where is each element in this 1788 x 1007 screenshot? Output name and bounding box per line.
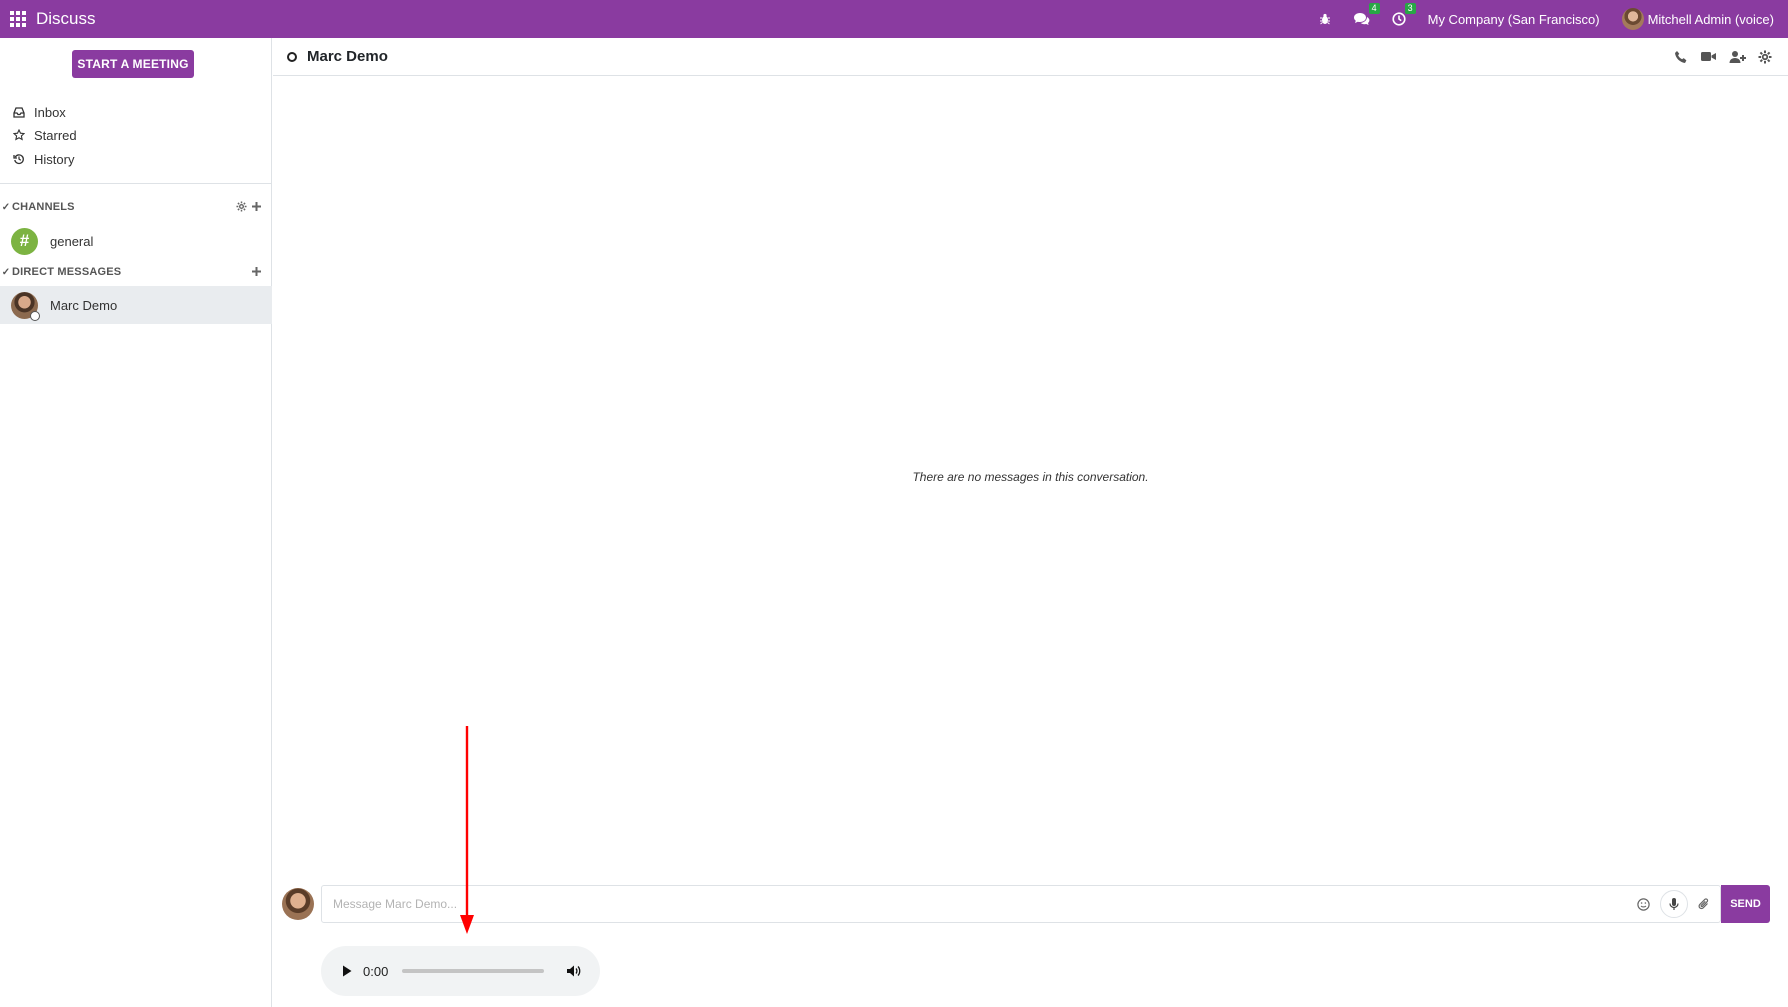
message-input[interactable] [322, 887, 1637, 921]
discuss-sidebar: START A MEETING Inbox Starred History ✓ … [0, 38, 272, 1007]
volume-icon[interactable] [566, 964, 581, 978]
thread-title[interactable]: Marc Demo [307, 48, 388, 65]
messages-count-badge: 4 [1368, 3, 1380, 14]
activities-count-badge: 3 [1404, 3, 1416, 14]
gear-icon[interactable] [236, 200, 247, 215]
dm-item-marc-demo[interactable]: Marc Demo [0, 286, 272, 324]
sidebar-item-label: History [34, 151, 75, 167]
bug-icon[interactable] [1319, 13, 1331, 25]
audio-progress-slider[interactable] [402, 969, 545, 973]
channel-name: general [50, 233, 94, 249]
messaging-menu-button[interactable]: 4 [1353, 3, 1380, 26]
offline-status-icon [30, 310, 40, 321]
sidebar-item-history[interactable]: History [0, 148, 272, 170]
channel-avatar: # [11, 227, 38, 255]
star-icon [12, 129, 26, 141]
sidebar-item-label: Starred [34, 127, 77, 143]
sidebar-item-inbox[interactable]: Inbox [0, 101, 272, 123]
sidebar-item-starred[interactable]: Starred [0, 124, 272, 146]
clock-icon [1392, 12, 1406, 26]
audio-time: 0:00 [363, 963, 389, 979]
thread-header: Marc Demo [273, 38, 1788, 76]
apps-menu-icon[interactable] [0, 0, 36, 38]
send-button[interactable]: SEND [1721, 885, 1770, 923]
emoji-icon[interactable] [1637, 897, 1650, 911]
company-switcher[interactable]: My Company (San Francisco) [1428, 12, 1600, 27]
message-composer [321, 885, 1721, 923]
dm-name: Marc Demo [50, 297, 118, 313]
add-user-icon[interactable] [1729, 50, 1746, 64]
audio-player: 0:00 [321, 946, 600, 996]
app-title[interactable]: Discuss [36, 9, 96, 29]
camera-icon[interactable] [1700, 50, 1717, 63]
avatar [282, 888, 314, 920]
history-icon [12, 153, 26, 165]
user-menu[interactable]: Mitchell Admin (voice) [1621, 8, 1774, 30]
direct-messages-header[interactable]: DIRECT MESSAGES [12, 266, 121, 278]
add-channel-icon[interactable] [251, 200, 262, 215]
chevron-down-icon[interactable]: ✓ [0, 267, 12, 278]
channel-item-general[interactable]: # general [0, 223, 272, 259]
microphone-icon[interactable] [1660, 890, 1688, 918]
empty-conversation-message: There are no messages in this conversati… [912, 470, 1149, 484]
user-avatar [1621, 8, 1644, 30]
start-meeting-button[interactable]: START A MEETING [72, 50, 194, 78]
play-icon[interactable] [339, 963, 355, 979]
activity-menu-button[interactable]: 3 [1392, 3, 1416, 26]
add-direct-message-icon[interactable] [251, 265, 262, 280]
channels-category: ✓ CHANNELS [0, 198, 272, 216]
chevron-down-icon[interactable]: ✓ [0, 202, 12, 213]
paperclip-icon[interactable] [1698, 897, 1710, 911]
direct-messages-category: ✓ DIRECT MESSAGES [0, 263, 272, 281]
sidebar-divider [0, 183, 272, 184]
chat-bubbles-icon [1353, 13, 1370, 25]
gear-icon[interactable] [1758, 50, 1772, 64]
top-navbar: Discuss 4 3 My Company (San Francisco) M… [0, 0, 1788, 38]
channels-header[interactable]: CHANNELS [12, 201, 75, 213]
offline-status-icon [287, 51, 297, 62]
phone-icon[interactable] [1674, 50, 1688, 64]
sidebar-item-label: Inbox [34, 104, 66, 120]
inbox-icon [12, 106, 26, 118]
avatar [11, 291, 40, 321]
user-name: Mitchell Admin (voice) [1647, 11, 1774, 27]
